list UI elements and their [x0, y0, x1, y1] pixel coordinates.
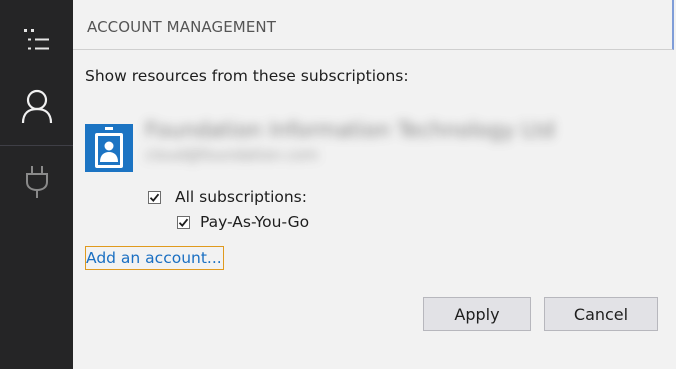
- sidebar-item-explorer[interactable]: [0, 10, 73, 74]
- cancel-button[interactable]: Cancel: [544, 297, 658, 331]
- all-subscriptions-row: All subscriptions:: [148, 188, 307, 206]
- apply-button[interactable]: Apply: [423, 297, 531, 331]
- sidebar-item-connect[interactable]: [0, 152, 73, 216]
- account-avatar: [85, 124, 133, 172]
- subscription-label: Pay-As-You-Go: [200, 213, 310, 231]
- all-subscriptions-label: All subscriptions:: [175, 188, 307, 206]
- account-name: Foundation Information Technology Ltd: [145, 118, 555, 142]
- panel-title: ACCOUNT MANAGEMENT: [87, 18, 277, 36]
- add-account-link[interactable]: Add an account...: [85, 246, 224, 270]
- checkmark-icon: [178, 217, 189, 228]
- subscription-row: Pay-As-You-Go: [177, 213, 309, 231]
- sidebar-item-account[interactable]: [0, 76, 73, 140]
- user-icon: [20, 88, 54, 128]
- checkmark-icon: [149, 192, 160, 203]
- sidebar: [0, 0, 73, 369]
- panel-header: ACCOUNT MANAGEMENT: [73, 0, 674, 50]
- sidebar-divider: [0, 145, 73, 146]
- list-icon: [22, 25, 52, 59]
- id-badge-icon: [85, 127, 133, 176]
- subscriptions-prompt: Show resources from these subscriptions:: [85, 67, 409, 85]
- subscription-checkbox[interactable]: [177, 215, 190, 229]
- account-info-blurred: Foundation Information Technology Ltd cl…: [145, 118, 585, 174]
- plug-icon: [23, 164, 51, 204]
- account-management-window: ACCOUNT MANAGEMENT Show resources from t…: [0, 0, 676, 369]
- account-panel: ACCOUNT MANAGEMENT Show resources from t…: [73, 0, 676, 369]
- all-subscriptions-checkbox[interactable]: [148, 190, 161, 204]
- account-email: cloud@foundation.com: [145, 146, 319, 164]
